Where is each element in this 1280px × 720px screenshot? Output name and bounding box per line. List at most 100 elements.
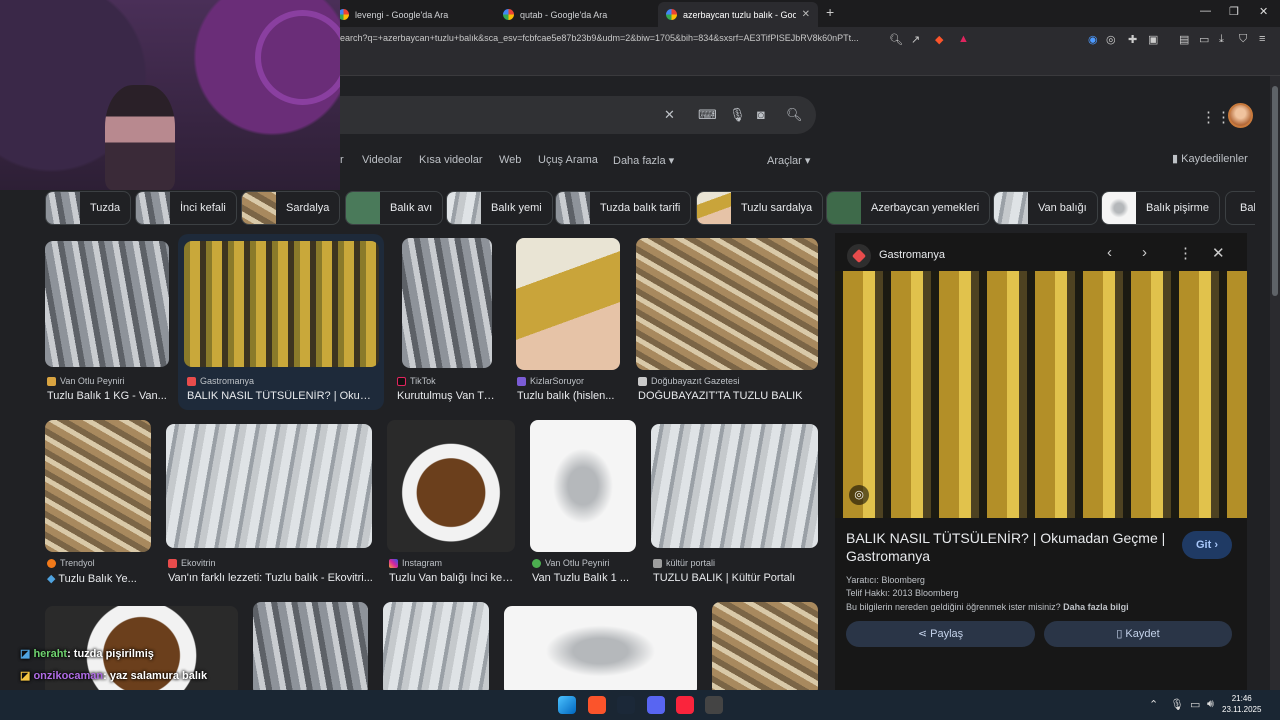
chip[interactable]: Azerbaycan yemekleri — [826, 191, 991, 225]
chip[interactable]: Tuzlu sardalya — [696, 191, 824, 225]
tab-videos[interactable]: Videolar — [362, 154, 402, 166]
result-image[interactable] — [45, 420, 151, 552]
start-icon[interactable] — [558, 696, 576, 714]
lens-icon[interactable]: ◎ — [849, 485, 869, 505]
volume-icon[interactable]: 🔊︎ — [1207, 698, 1214, 711]
url-field[interactable]: earch?q=+azerbaycan+tuzlu+balık&sca_esv=… — [340, 33, 925, 43]
new-tab-button[interactable]: + — [826, 4, 834, 20]
steam-icon[interactable] — [617, 696, 635, 714]
tools-button[interactable]: Araçlar ▾ — [767, 154, 810, 167]
discord-icon[interactable] — [647, 696, 665, 714]
result-image[interactable] — [712, 602, 818, 690]
chip[interactable]: Van balığı — [993, 191, 1098, 225]
reading-list-icon[interactable]: ▭ — [1199, 33, 1209, 46]
close-window-button[interactable]: ✕ — [1259, 5, 1268, 18]
clear-search-icon[interactable]: ✕ — [664, 107, 675, 123]
result-image[interactable] — [166, 424, 372, 548]
keyboard-icon[interactable]: ⌨ — [698, 107, 717, 123]
brave-shield-icon[interactable]: ◆ — [935, 33, 943, 46]
chip[interactable]: İnci kefali — [135, 191, 237, 225]
panel-title[interactable]: BALIK NASIL TÜTSÜLENİR? | Okumadan Geçme… — [846, 529, 1176, 565]
result-title[interactable]: Tuzlu Van balığı İnci kef... — [389, 572, 514, 584]
result-image[interactable] — [504, 606, 697, 690]
tab-images[interactable]: r — [340, 154, 344, 166]
chip[interactable]: Tuzda — [45, 191, 132, 225]
download-icon[interactable]: ⤓ — [1219, 33, 1224, 46]
tab-short-videos[interactable]: Kısa videolar — [419, 154, 483, 166]
minimize-button[interactable]: — — [1200, 5, 1211, 17]
microphone-icon[interactable]: 🎙︎ — [729, 107, 746, 123]
go-button[interactable]: Git › — [1182, 531, 1232, 559]
media-icon[interactable]: ◉ — [1088, 33, 1098, 46]
preview-image[interactable] — [835, 271, 1247, 518]
more-info-link[interactable]: Daha fazla bilgi — [1063, 602, 1129, 612]
result-title[interactable]: Van'ın farklı lezzeti: Tuzlu balık - Eko… — [168, 572, 374, 584]
result-title[interactable]: Van Tuzlu Balık 1 ... — [532, 572, 632, 584]
result-image[interactable] — [636, 238, 818, 370]
previous-icon[interactable]: ‹ — [1107, 244, 1112, 261]
result-title[interactable]: Tuzlu balık (hislen... — [517, 390, 617, 402]
share-button[interactable]: ⋖ Paylaş — [846, 621, 1035, 647]
result-image[interactable] — [45, 241, 169, 367]
panel-site-name[interactable]: Gastromanya — [879, 249, 945, 261]
result-image[interactable] — [253, 602, 368, 690]
tab-web[interactable]: Web — [499, 154, 521, 166]
search-icon[interactable]: 🔍︎ — [786, 107, 803, 123]
tab-more[interactable]: Daha fazla ▾ — [613, 154, 674, 167]
sidebar-icon[interactable]: ▤ — [1179, 33, 1189, 46]
page-scrollbar[interactable] — [1270, 76, 1280, 690]
menu-icon[interactable]: ≡ — [1259, 33, 1265, 45]
avatar[interactable] — [1228, 103, 1253, 128]
result-title[interactable]: BALIK NASIL TÜTSÜLENİR? | Okum... — [187, 390, 377, 402]
tab-levengi[interactable]: levengi - Google'da Ara — [330, 2, 490, 27]
next-icon[interactable]: › — [1142, 244, 1147, 261]
chip[interactable]: Sardalya — [241, 191, 341, 225]
tiktok-icon — [397, 376, 406, 386]
music-icon[interactable] — [676, 696, 694, 714]
tray-overflow-icon[interactable]: ⌃ — [1149, 698, 1158, 711]
result-image[interactable] — [651, 424, 818, 548]
zoom-icon[interactable]: 🔍︎ — [889, 33, 903, 46]
vpn-icon[interactable]: ⛉ — [1239, 33, 1247, 46]
extensions-icon[interactable]: ✚ — [1128, 33, 1137, 46]
close-tab-icon[interactable]: ✕ — [802, 9, 810, 20]
chip[interactable]: Tuzda balık tarifi — [555, 191, 692, 225]
screenshot-icon[interactable]: ▣ — [1148, 33, 1158, 46]
wallet-icon[interactable]: ◎ — [1106, 33, 1116, 46]
system-clock[interactable]: 21:46 23.11.2025 — [1222, 693, 1261, 715]
result-image[interactable] — [383, 602, 489, 690]
close-panel-icon[interactable]: ✕ — [1212, 244, 1225, 262]
chip[interactable]: Balık yemi — [446, 191, 553, 225]
share-icon[interactable]: ↗ — [911, 33, 920, 46]
maximize-button[interactable]: ❐ — [1229, 5, 1239, 18]
tab-qutab[interactable]: qutab - Google'da Ara — [495, 2, 655, 27]
tab-azerbaycan-tuzlu-balik[interactable]: azerbaycan tuzlu balık - Google' ✕ — [658, 2, 818, 27]
microphone-tray-icon[interactable]: 🎙︎ — [1170, 698, 1184, 711]
chip[interactable]: Balık avı — [345, 191, 444, 225]
chip-thumbnail — [556, 192, 590, 224]
chip[interactable]: Balık pişirme — [1101, 191, 1220, 225]
obs-icon[interactable] — [705, 696, 723, 714]
brave-icon[interactable] — [588, 696, 606, 714]
rewards-icon[interactable]: ▲ — [958, 33, 969, 45]
result-title[interactable]: TUZLU BALIK | Kültür Portalı — [653, 572, 818, 584]
tab-flights[interactable]: Uçuş Arama — [538, 154, 598, 166]
camera-lens-icon[interactable]: ◙ — [757, 107, 765, 122]
saved-button[interactable]: ▮ Kaydedilenler — [1172, 152, 1248, 165]
result-image[interactable] — [530, 420, 636, 552]
result-title[interactable]: Kurutulmuş Van Tu... — [397, 390, 497, 402]
more-options-icon[interactable]: ⋮ — [1178, 244, 1193, 262]
result-title[interactable]: Tuzlu Balık 1 KG - Van... — [47, 390, 172, 402]
search-input[interactable]: ✕ ⌨ 🎙︎ ◙ 🔍︎ — [330, 96, 816, 134]
chip[interactable]: Bali — [1225, 191, 1255, 225]
result-image[interactable] — [516, 238, 620, 370]
save-button[interactable]: ▯ Kaydet — [1044, 621, 1232, 647]
panel-copyright: Telif Hakkı: 2013 Bloomberg — [846, 588, 959, 598]
result-image[interactable] — [387, 420, 515, 552]
result-image[interactable] — [184, 241, 379, 367]
scrollbar-thumb[interactable] — [1272, 86, 1278, 296]
network-icon[interactable]: ▭ — [1190, 698, 1200, 711]
result-title[interactable]: DOĞUBAYAZIT'TA TUZLU BALIK — [638, 390, 818, 402]
result-image[interactable] — [402, 238, 492, 368]
result-title[interactable]: ◆ Tuzlu Balık Ye... — [47, 572, 147, 585]
